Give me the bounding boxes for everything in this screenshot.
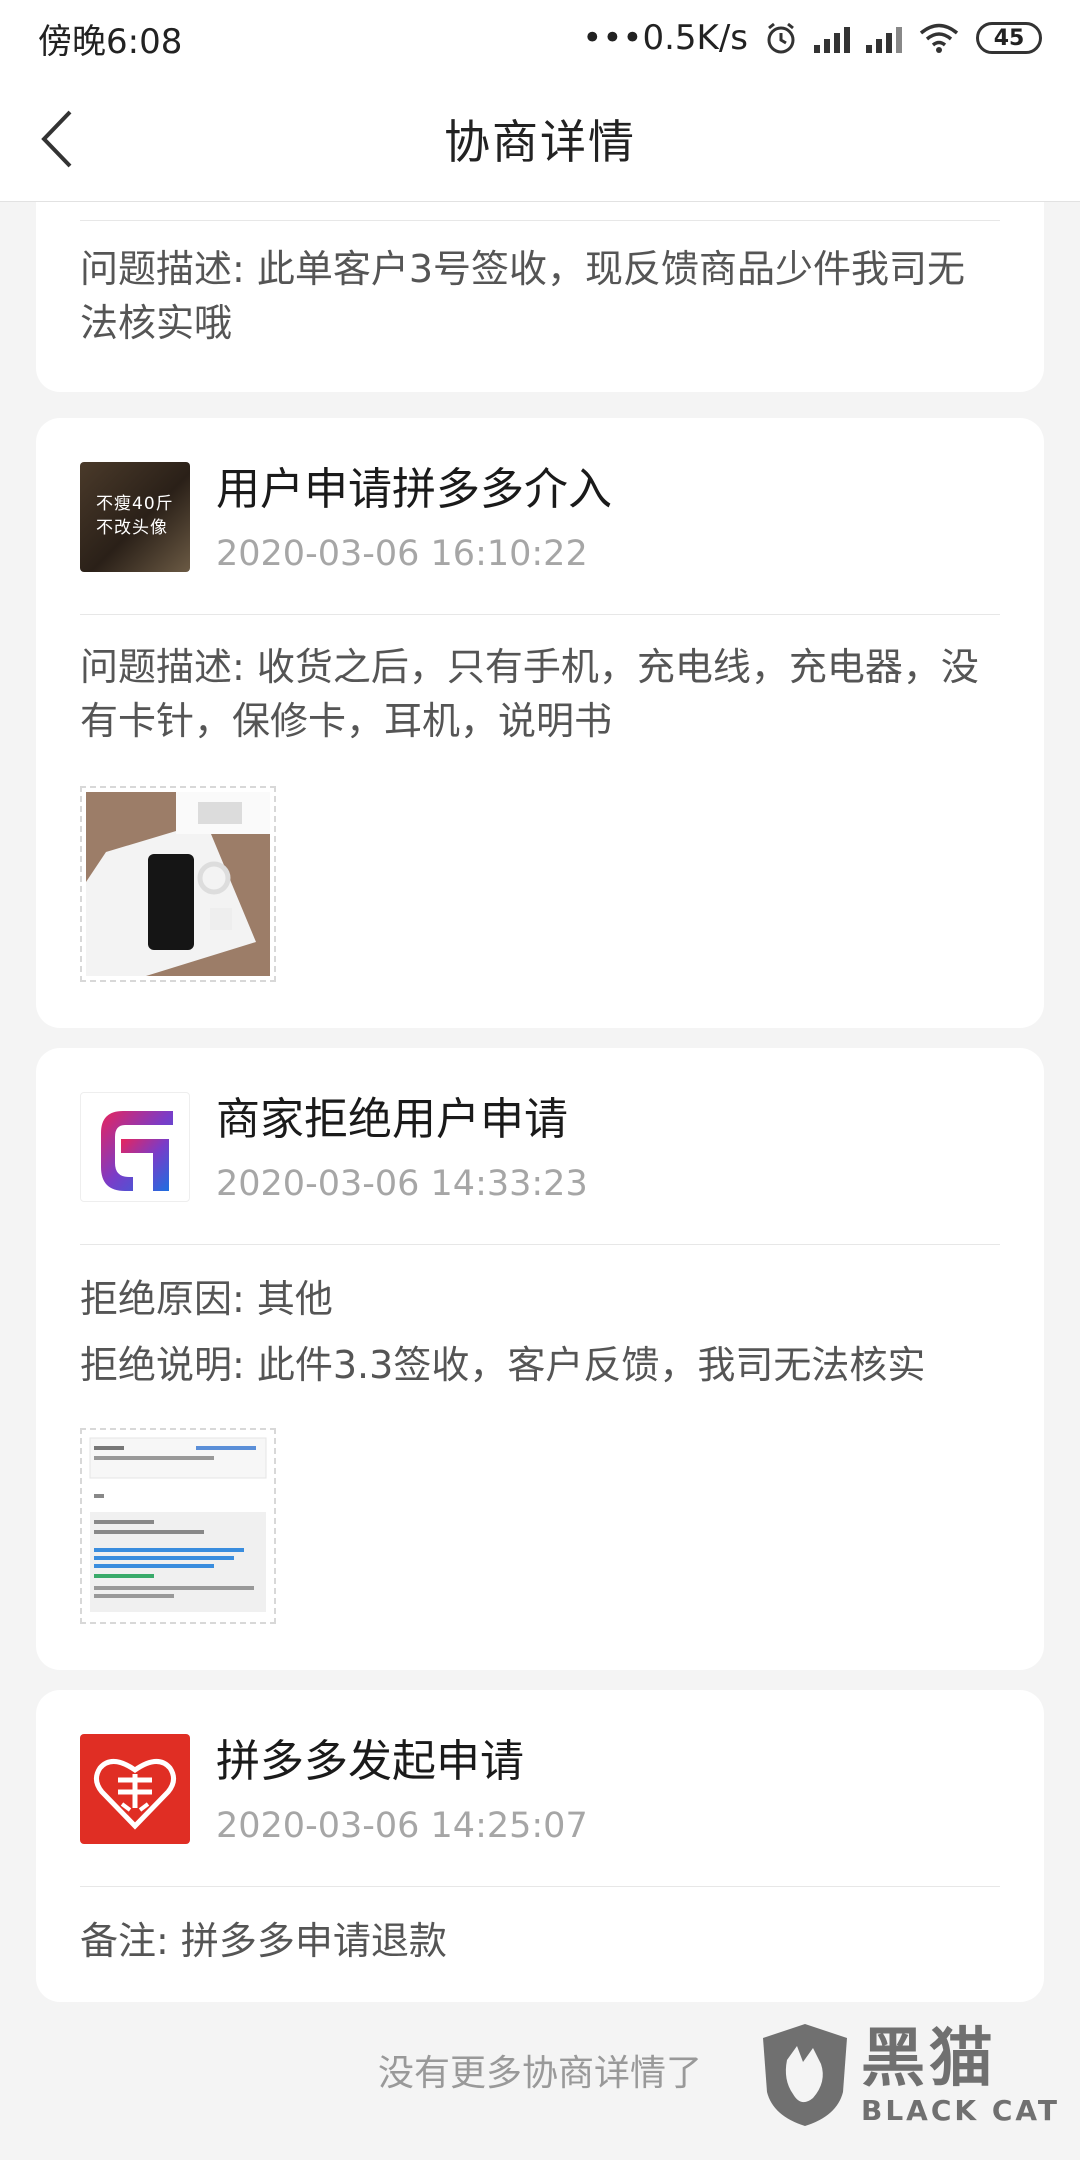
signal-icon xyxy=(814,23,850,53)
pinduoduo-logo-icon xyxy=(94,1759,176,1830)
event-title: 拼多多发起申请 xyxy=(216,1736,524,1787)
avatar-text: 不瘦40斤 xyxy=(96,494,174,514)
card-divider xyxy=(80,220,1000,221)
chevron-left-icon[interactable] xyxy=(36,106,96,172)
chat-screenshot xyxy=(86,1434,270,1618)
merchant-logo xyxy=(80,1092,190,1202)
navigation-header: 协商详情 xyxy=(0,76,1080,202)
watermark-en: BLACK CAT xyxy=(861,2093,1060,2127)
event-time: 2020-03-06 14:25:07 xyxy=(216,1806,588,1846)
phone-box-photo xyxy=(86,792,270,976)
pinduoduo-logo xyxy=(80,1734,190,1844)
merchant-logo-icon xyxy=(101,1111,173,1191)
evidence-photo[interactable] xyxy=(80,786,276,982)
card-divider xyxy=(80,614,1000,615)
avatar: 不瘦40斤 不改头像 xyxy=(80,462,190,572)
negotiation-card: 拼多多发起申请 2020-03-06 14:25:07 备注: 拼多多申请退款 xyxy=(36,1690,1044,2002)
status-time: 傍晚6:08 xyxy=(38,21,183,62)
card-divider xyxy=(80,1244,1000,1245)
problem-description: 问题描述: 收货之后，只有手机，充电线，充电器，没有卡针，保修卡，耳机，说明书 xyxy=(80,645,979,743)
negotiation-card: 问题描述: 此单客户3号签收，现反馈商品少件我司无法核实哦 xyxy=(36,202,1044,392)
signal-icon xyxy=(866,23,902,53)
negotiation-card: 商家拒绝用户申请 2020-03-06 14:33:23 拒绝原因: 其他 拒绝… xyxy=(36,1048,1044,1670)
negotiation-card: 不瘦40斤 不改头像 用户申请拼多多介入 2020-03-06 16:10:22… xyxy=(36,418,1044,1028)
problem-description: 问题描述: 此单客户3号签收，现反馈商品少件我司无法核实哦 xyxy=(80,247,966,345)
card-header: 不瘦40斤 不改头像 用户申请拼多多介入 2020-03-06 16:10:22 xyxy=(80,462,612,574)
page-title: 协商详情 xyxy=(444,114,636,169)
event-time: 2020-03-06 16:10:22 xyxy=(216,534,588,574)
watermark: 黑猫 BLACK CAT xyxy=(757,2020,1060,2130)
reject-explanation: 拒绝说明: 此件3.3签收，客户反馈，我司无法核实 xyxy=(80,1343,926,1387)
event-title: 商家拒绝用户申请 xyxy=(216,1094,568,1145)
black-cat-shield-icon xyxy=(763,2024,847,2126)
evidence-screenshot[interactable] xyxy=(80,1428,276,1624)
card-divider xyxy=(80,1886,1000,1887)
reject-reason: 拒绝原因: 其他 xyxy=(80,1277,333,1321)
alarm-icon xyxy=(767,22,795,54)
network-speed: •••0.5K/s xyxy=(582,18,748,58)
card-header: 拼多多发起申请 2020-03-06 14:25:07 xyxy=(80,1734,588,1846)
status-icons: •••0.5K/s 45 xyxy=(582,18,1042,58)
wifi-icon xyxy=(919,23,959,53)
status-bar: 傍晚6:08 •••0.5K/s 45 xyxy=(0,0,1080,76)
remark: 备注: 拼多多申请退款 xyxy=(80,1919,447,1963)
card-header: 商家拒绝用户申请 2020-03-06 14:33:23 xyxy=(80,1092,588,1204)
avatar-text: 不改头像 xyxy=(96,518,168,538)
event-time: 2020-03-06 14:33:23 xyxy=(216,1164,588,1204)
battery-icon: 45 xyxy=(976,22,1042,54)
negotiation-list[interactable]: 问题描述: 此单客户3号签收，现反馈商品少件我司无法核实哦 不瘦40斤 不改头像… xyxy=(0,202,1080,2160)
event-title: 用户申请拼多多介入 xyxy=(216,464,612,515)
watermark-cn: 黑猫 xyxy=(861,2021,997,2096)
